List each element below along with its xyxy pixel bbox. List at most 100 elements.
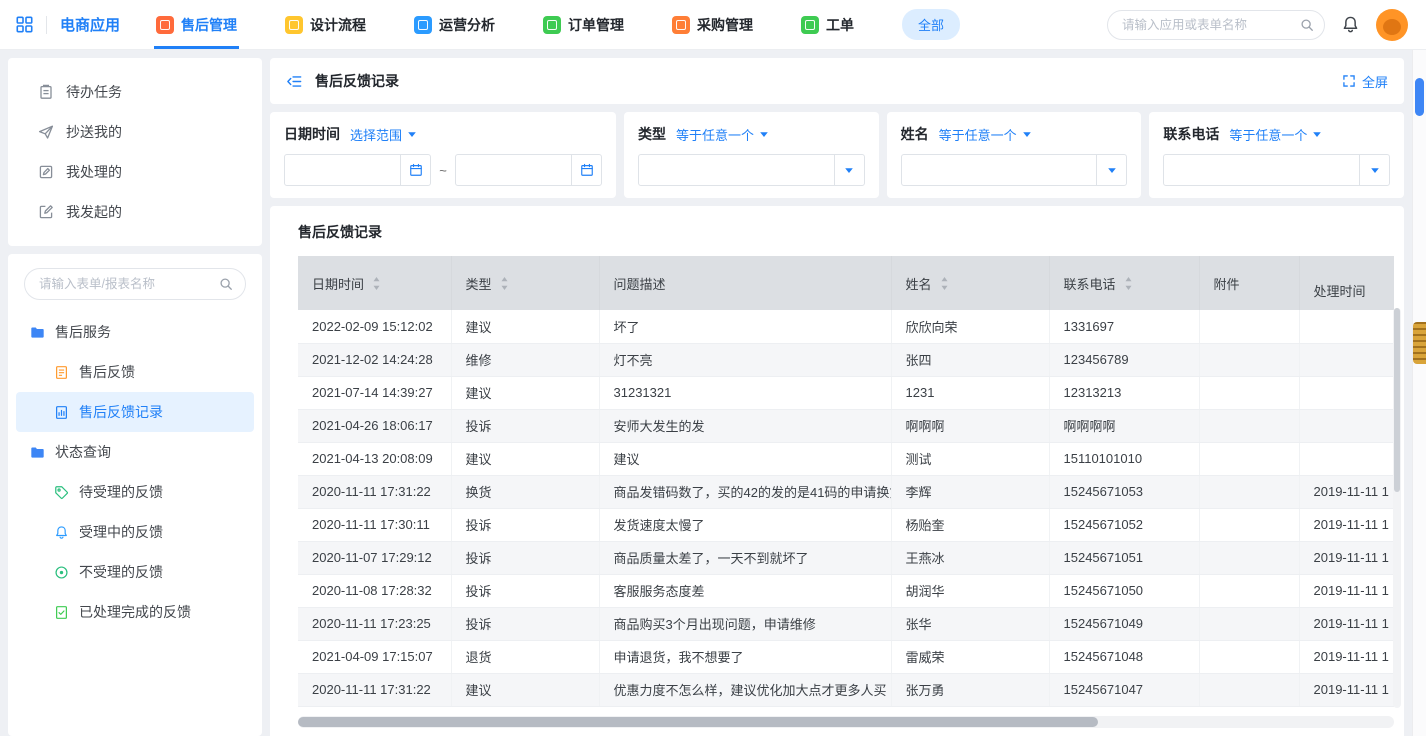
cell: 王燕冰: [891, 541, 1049, 574]
table-row[interactable]: 2020-11-11 17:23:25投诉商品购买3个月出现问题，申请维修张华1…: [298, 607, 1394, 640]
app-tab[interactable]: 订单管理: [541, 0, 626, 49]
sidebar-tree-item[interactable]: 已处理完成的反馈: [16, 592, 254, 632]
sidebar-quick-item[interactable]: 我处理的: [8, 152, 262, 192]
table-row[interactable]: 2021-04-09 17:15:07退货申请退货，我不想要了雷威荣152456…: [298, 640, 1394, 673]
date-end-field[interactable]: [456, 163, 571, 177]
table-row[interactable]: 2021-04-26 18:06:17投诉安师大发生的发啊啊啊啊啊啊啊: [298, 409, 1394, 442]
cell: 1231: [891, 376, 1049, 409]
date-end-input[interactable]: [455, 154, 602, 186]
fullscreen-button[interactable]: 全屏: [1342, 72, 1388, 91]
bell-icon: [54, 525, 69, 540]
sidebar-quick-item[interactable]: 我发起的: [8, 192, 262, 232]
sort-icon[interactable]: [1124, 276, 1133, 291]
column-header[interactable]: 姓名: [891, 256, 1049, 310]
page-scrollbar-thumb[interactable]: [1415, 78, 1424, 116]
cell: 申请退货，我不想要了: [599, 640, 891, 673]
sidebar-tree-item[interactable]: 售后服务: [16, 312, 254, 352]
table-row[interactable]: 2020-11-11 17:31:22换货商品发错码数了，买的42的发的是41码…: [298, 475, 1394, 508]
cell: 2020-11-08 17:28:32: [298, 574, 451, 607]
caret-down-icon: [834, 155, 864, 185]
cell: 啊啊啊啊: [1049, 409, 1199, 442]
page-scrollbar[interactable]: [1412, 50, 1426, 736]
date-range-separator: ~: [439, 163, 447, 178]
cell: 2019-11-11 1: [1299, 607, 1394, 640]
fullscreen-label: 全屏: [1362, 72, 1388, 91]
search-icon[interactable]: [219, 277, 233, 291]
table-vertical-scrollbar-thumb[interactable]: [1394, 308, 1400, 492]
cell: 15245671047: [1049, 673, 1199, 706]
horizontal-scrollbar-thumb[interactable]: [298, 717, 1098, 727]
cell: 2022-02-09 15:12:02: [298, 310, 451, 343]
filter-operator[interactable]: 等于任意一个: [1229, 125, 1322, 144]
sidebar-tree-item[interactable]: 不受理的反馈: [16, 552, 254, 592]
table-row[interactable]: 2021-12-02 14:24:28维修灯不亮张四123456789: [298, 343, 1394, 376]
column-header[interactable]: 联系电话: [1049, 256, 1199, 310]
sort-icon[interactable]: [940, 276, 949, 291]
filter-select[interactable]: [638, 154, 865, 186]
table-row[interactable]: 2020-11-11 17:30:11投诉发货速度太慢了杨贻奎152456710…: [298, 508, 1394, 541]
global-search[interactable]: [1107, 10, 1325, 40]
filter-operator[interactable]: 选择范围: [350, 125, 417, 144]
search-icon[interactable]: [1300, 18, 1314, 32]
calendar-icon[interactable]: [571, 155, 601, 185]
cell: 2019-11-11 1: [1299, 475, 1394, 508]
cell: 1331697: [1049, 310, 1199, 343]
app-tab[interactable]: 运营分析: [412, 0, 497, 49]
collapse-sidebar-icon[interactable]: [286, 73, 303, 90]
form-search-input[interactable]: [39, 277, 219, 291]
tree-item-label: 不受理的反馈: [79, 562, 163, 582]
form-search[interactable]: [24, 268, 246, 300]
app-tab[interactable]: 售后管理: [154, 0, 239, 49]
horizontal-scrollbar[interactable]: [298, 716, 1394, 728]
filter-operator[interactable]: 等于任意一个: [676, 125, 769, 144]
filter-select[interactable]: [1163, 154, 1390, 186]
sidebar-tree-item[interactable]: 受理中的反馈: [16, 512, 254, 552]
filter-label: 姓名: [901, 124, 929, 144]
all-apps-button[interactable]: 全部: [902, 9, 960, 40]
cell: 2021-04-13 20:08:09: [298, 442, 451, 475]
column-header[interactable]: 日期时间: [298, 256, 451, 310]
app-tab[interactable]: 采购管理: [670, 0, 755, 49]
app-tab[interactable]: 设计流程: [283, 0, 368, 49]
sidebar-tree-item[interactable]: 状态查询: [16, 432, 254, 472]
filter-operator[interactable]: 等于任意一个: [939, 125, 1032, 144]
sidebar-quick-item[interactable]: 抄送我的: [8, 112, 262, 152]
calendar-icon[interactable]: [400, 155, 430, 185]
scroll-grip-handle[interactable]: [1413, 322, 1426, 364]
column-header[interactable]: 类型: [451, 256, 599, 310]
app-grid-icon[interactable]: [16, 16, 33, 33]
cell: 2020-11-11 17:23:25: [298, 607, 451, 640]
cell: 15245671052: [1049, 508, 1199, 541]
cell: 李辉: [891, 475, 1049, 508]
cell: [1199, 343, 1299, 376]
user-avatar[interactable]: [1376, 9, 1408, 41]
table-row[interactable]: 2020-11-08 17:28:32投诉客服服务态度差胡润华152456710…: [298, 574, 1394, 607]
notification-bell-icon[interactable]: [1341, 15, 1360, 34]
sort-icon[interactable]: [500, 276, 509, 291]
table-row[interactable]: 2021-07-14 14:39:27建议3123132112311231321…: [298, 376, 1394, 409]
form-icon: [54, 365, 69, 380]
cell: [1199, 640, 1299, 673]
date-start-input[interactable]: [284, 154, 431, 186]
filter-select[interactable]: [901, 154, 1128, 186]
global-search-input[interactable]: [1122, 18, 1300, 32]
cell: 2019-11-11 1: [1299, 508, 1394, 541]
table-vertical-scrollbar[interactable]: [1393, 308, 1401, 708]
cell: 建议: [451, 310, 599, 343]
sort-icon[interactable]: [372, 276, 381, 291]
sidebar-tree-item[interactable]: 售后反馈: [16, 352, 254, 392]
workspace-name[interactable]: 电商应用: [60, 14, 120, 35]
date-start-field[interactable]: [285, 163, 400, 177]
cell: 15245671051: [1049, 541, 1199, 574]
app-tab[interactable]: 工单: [799, 0, 856, 49]
sidebar-tree-item[interactable]: 售后反馈记录: [16, 392, 254, 432]
cell: 31231321: [599, 376, 891, 409]
sidebar-quick-item[interactable]: 待办任务: [8, 72, 262, 112]
folder-icon: [30, 445, 45, 460]
sidebar-tree-item[interactable]: 待受理的反馈: [16, 472, 254, 512]
done-report-icon: [54, 605, 69, 620]
table-row[interactable]: 2020-11-07 17:29:12投诉商品质量太差了，一天不到就坏了王燕冰1…: [298, 541, 1394, 574]
table-row[interactable]: 2020-11-11 17:31:22建议优惠力度不怎么样，建议优化加大点才更多…: [298, 673, 1394, 706]
table-row[interactable]: 2022-02-09 15:12:02建议坏了欣欣向荣1331697: [298, 310, 1394, 343]
table-row[interactable]: 2021-04-13 20:08:09建议建议测试15110101010: [298, 442, 1394, 475]
